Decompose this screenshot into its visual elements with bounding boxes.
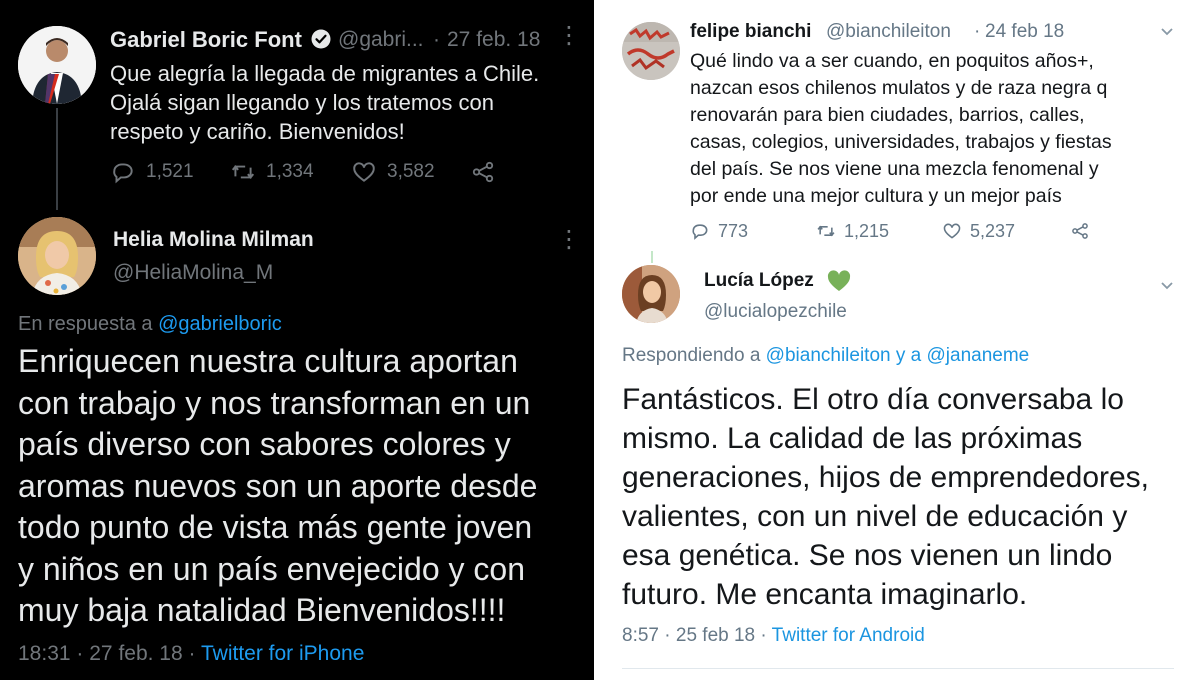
thread-connector-line: [651, 251, 653, 263]
reply-prefix: En respuesta a: [18, 313, 159, 335]
like-button[interactable]: 5,237: [942, 219, 1015, 243]
tweet-date[interactable]: 27 feb. 18: [89, 642, 182, 665]
reply-prefix: Respondiendo a: [622, 345, 766, 366]
author-handle[interactable]: @lucialopezchile: [704, 301, 847, 323]
mention-link[interactable]: @bianchileiton: [766, 345, 891, 366]
share-icon: [472, 161, 494, 183]
verified-badge-icon: [311, 29, 331, 49]
tweet-time[interactable]: 18:31: [18, 642, 71, 665]
thread-connector-line: [56, 108, 58, 210]
tweet-date[interactable]: 25 feb 18: [676, 625, 755, 646]
author-name[interactable]: Lucía López: [704, 270, 814, 292]
avatar-portrait-icon: [18, 217, 96, 295]
retweet-icon: [231, 165, 255, 179]
reply-count: 1,521: [146, 161, 194, 182]
author-name[interactable]: felipe bianchi: [690, 21, 811, 43]
tweet-date[interactable]: 24 feb 18: [985, 21, 1064, 43]
tweet-text: Qué lindo va a ser cuando, en poquitos a…: [690, 50, 1112, 207]
source-link[interactable]: Twitter for Android: [772, 625, 925, 646]
chevron-down-icon[interactable]: [1160, 278, 1174, 294]
mention-link[interactable]: @gabrielboric: [158, 313, 282, 335]
author-handle[interactable]: @HeliaMolina_M: [113, 261, 273, 285]
like-icon: [353, 162, 375, 182]
like-count: 5,237: [970, 220, 1016, 241]
tweet-metadata: 8:57 · 25 feb 18 · Twitter for Android: [622, 625, 925, 647]
avatar-portrait-icon: [18, 26, 96, 104]
meta-separator: ·: [664, 625, 671, 646]
reply-context: Respondiendo a @bianchileiton y a @janan…: [622, 345, 1029, 367]
tweet-time[interactable]: 8:57: [622, 625, 659, 646]
avatar-portrait-icon: [622, 265, 680, 323]
avatar[interactable]: [18, 217, 96, 295]
avatar[interactable]: [622, 22, 680, 80]
more-vertical-icon[interactable]: ⋮: [557, 228, 581, 252]
avatar-graffiti-icon: [622, 22, 680, 80]
more-vertical-icon[interactable]: ⋮: [557, 24, 581, 48]
tweet-text: Fantásticos. El otro día conversaba lo m…: [622, 383, 1150, 611]
reply-button[interactable]: 1,521: [110, 158, 194, 186]
retweet-icon: [817, 225, 835, 237]
meta-separator: ·: [974, 21, 981, 42]
source-link[interactable]: Twitter for iPhone: [201, 642, 364, 665]
share-icon: [1072, 223, 1088, 239]
avatar[interactable]: [18, 26, 96, 104]
author-name[interactable]: Gabriel Boric Font: [110, 27, 302, 53]
mention-link[interactable]: @jananeme: [927, 345, 1030, 366]
tweet-date[interactable]: 27 feb. 18: [447, 28, 540, 52]
retweet-count: 1,334: [266, 161, 314, 182]
author-handle[interactable]: @gabri...: [338, 28, 424, 52]
share-button[interactable]: [470, 158, 506, 186]
tweet-metadata: 18:31 · 27 feb. 18 · Twitter for iPhone: [18, 642, 364, 666]
divider: [622, 668, 1174, 669]
like-count: 3,582: [387, 161, 435, 182]
meta-separator: ·: [188, 642, 196, 665]
share-button[interactable]: [1070, 219, 1098, 243]
left-screenshot-panel: Gabriel Boric Font @gabri... · 27 feb. 1…: [0, 0, 594, 680]
like-icon: [943, 223, 961, 239]
retweet-button[interactable]: 1,215: [816, 219, 889, 243]
reply-icon: [692, 224, 708, 240]
reply-context: En respuesta a @gabrielboric: [18, 313, 282, 336]
tweet-text: Que alegría la llegada de migrantes a Ch…: [110, 61, 540, 144]
author-handle[interactable]: @bianchileiton: [826, 21, 951, 43]
retweet-count: 1,215: [844, 220, 890, 241]
chevron-down-icon[interactable]: [1160, 24, 1174, 40]
reply-button[interactable]: 773: [690, 219, 748, 243]
meta-separator: ·: [760, 625, 767, 646]
avatar[interactable]: [622, 265, 680, 323]
reply-joiner: y a: [890, 345, 927, 366]
green-heart-icon: [827, 270, 851, 292]
tweet-text: Enriquecen nuestra cultura aportan con t…: [18, 343, 538, 628]
reply-icon: [113, 163, 133, 184]
meta-separator: ·: [76, 642, 84, 665]
like-button[interactable]: 3,582: [351, 158, 435, 186]
author-name[interactable]: Helia Molina Milman: [113, 228, 314, 252]
right-screenshot-panel: felipe bianchi @bianchileiton · 24 feb 1…: [594, 0, 1196, 680]
reply-count: 773: [718, 220, 749, 241]
retweet-button[interactable]: 1,334: [230, 158, 314, 186]
meta-separator: ·: [433, 28, 440, 51]
